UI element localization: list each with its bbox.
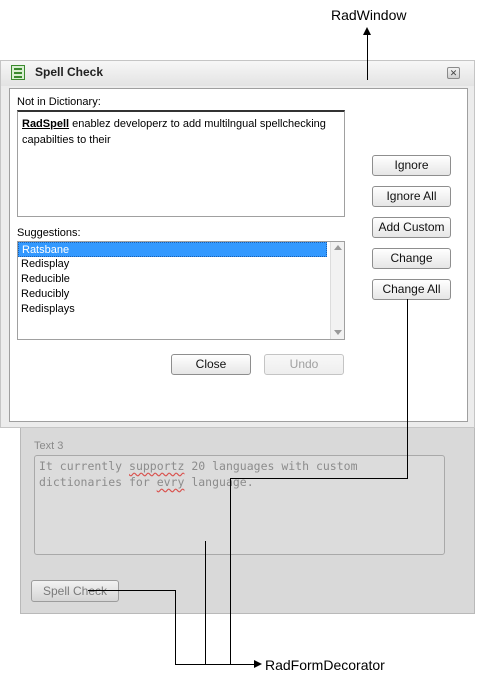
spell-check-button[interactable]: Spell Check (31, 580, 119, 602)
suggestions-label: Suggestions: (17, 227, 81, 239)
callout-line (88, 590, 176, 591)
change-all-button[interactable]: Change All (372, 279, 451, 300)
window-title-bar[interactable]: Spell Check ✕ (1, 61, 474, 86)
text3-textarea[interactable]: It currently supportz 20 languages with … (34, 455, 445, 555)
suggestion-item[interactable]: Reducible (18, 272, 327, 287)
text-part: It currently (39, 459, 130, 473)
callout-line (205, 541, 206, 664)
arrow-right-icon (254, 660, 262, 668)
not-in-dictionary-label: Not in Dictionary: (17, 96, 101, 108)
close-button[interactable]: Close (171, 354, 251, 375)
scroll-up-icon[interactable] (334, 245, 342, 250)
undo-button[interactable]: Undo (264, 354, 344, 375)
change-button[interactable]: Change (372, 248, 451, 269)
text3-label: Text 3 (34, 440, 64, 452)
callout-line (230, 478, 408, 479)
callout-line (175, 590, 176, 664)
close-icon[interactable]: ✕ (447, 67, 460, 79)
scrollbar[interactable] (330, 242, 344, 339)
misspelled-word: supportz (129, 459, 185, 473)
suggestion-item[interactable]: Redisplays (18, 302, 327, 317)
arrow-up-icon (363, 27, 371, 35)
spellcheck-icon (11, 65, 25, 80)
callout-line (367, 30, 368, 80)
misspelled-word: evry (156, 475, 185, 489)
callout-line (175, 664, 255, 665)
suggestion-item[interactable]: Redisplay (18, 257, 327, 272)
scroll-down-icon[interactable] (334, 330, 342, 335)
add-custom-button[interactable]: Add Custom (372, 217, 451, 238)
suggestion-item[interactable]: Reducibly (18, 287, 327, 302)
misspelled-word-highlight: RadSpell (22, 118, 70, 130)
radformdecorator-annotation: RadFormDecorator (265, 657, 385, 673)
ignore-all-button[interactable]: Ignore All (372, 186, 451, 207)
ignore-button[interactable]: Ignore (372, 155, 451, 176)
radwindow-annotation: RadWindow (331, 7, 407, 23)
callout-line (230, 478, 231, 664)
suggestions-list[interactable]: Ratsbane Redisplay Reducible Reducibly Redis… (17, 241, 345, 340)
window-title: Spell Check (35, 65, 104, 79)
suggestion-item[interactable]: Ratsbane (18, 242, 327, 257)
callout-line (407, 299, 408, 478)
not-in-dictionary-box: RadSpell enablez developerz to add multi… (17, 110, 345, 217)
